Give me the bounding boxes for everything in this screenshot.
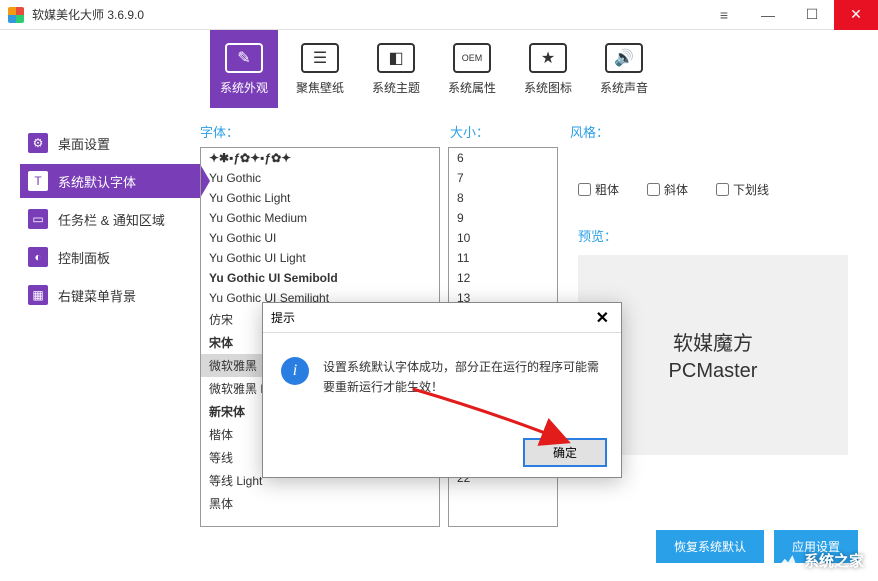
toolbar-label: 系统外观: [220, 79, 268, 96]
dialog-message: 设置系统默认字体成功，部分正在运行的程序可能需要重新运行才能生效！: [323, 357, 603, 398]
bold-checkbox[interactable]: 粗体: [578, 181, 619, 198]
sidebar-item-0[interactable]: ⚙ 桌面设置: [20, 126, 190, 160]
dialog-title: 提示: [271, 309, 295, 326]
dialog-footer: 确定: [523, 438, 607, 467]
size-item[interactable]: 7: [449, 168, 557, 188]
minimize-button[interactable]: —: [746, 0, 790, 30]
toolbar-icon: OEM: [453, 43, 491, 73]
toolbar-icon: 🔊: [605, 43, 643, 73]
sidebar-item-1[interactable]: T 系统默认字体: [20, 164, 200, 198]
main-toolbar: ✎ 系统外观 ☰ 聚焦壁纸 ◧ 系统主题 OEM 系统属性 ★ 系统图标 🔊 系统声音: [0, 30, 878, 108]
info-icon: i: [281, 357, 309, 385]
dialog-ok-button[interactable]: 确定: [523, 438, 607, 467]
restore-defaults-button[interactable]: 恢复系统默认: [656, 530, 764, 563]
size-item[interactable]: 12: [449, 268, 557, 288]
sidebar-icon: ▭: [28, 209, 48, 229]
underline-checkbox[interactable]: 下划线: [716, 181, 769, 198]
toolbar-icon: ★: [529, 43, 567, 73]
sidebar-label: 控制面板: [58, 248, 110, 267]
toolbar-item-5[interactable]: 🔊 系统声音: [590, 30, 658, 108]
size-item[interactable]: 8: [449, 188, 557, 208]
sidebar-icon: T: [28, 171, 48, 191]
style-checks: 粗体 斜体 下划线: [578, 181, 848, 198]
app-logo-icon: [8, 7, 24, 23]
toolbar-label: 系统图标: [524, 79, 572, 96]
size-item[interactable]: 6: [449, 148, 557, 168]
sidebar-label: 右键菜单背景: [58, 286, 136, 305]
toolbar-label: 聚焦壁纸: [296, 79, 344, 96]
close-button[interactable]: ✕: [834, 0, 878, 30]
dialog-body: i 设置系统默认字体成功，部分正在运行的程序可能需要重新运行才能生效！: [263, 333, 621, 410]
font-item[interactable]: Yu Gothic Light: [201, 188, 439, 208]
font-item[interactable]: Yu Gothic: [201, 168, 439, 188]
watermark: 系统之家: [776, 550, 864, 571]
size-item[interactable]: 9: [449, 208, 557, 228]
toolbar-item-4[interactable]: ★ 系统图标: [514, 30, 582, 108]
font-item[interactable]: Yu Gothic UI Light: [201, 248, 439, 268]
section-labels: 字体： 大小： 风格：: [200, 122, 858, 141]
sidebar: ⚙ 桌面设置 T 系统默认字体 ▭ 任务栏 & 通知区域 ◐ 控制面板 ▦ 右键菜单背景: [0, 108, 190, 581]
font-item[interactable]: ✦✱▪ƒ✿✦▪ƒ✿✦: [201, 148, 439, 168]
preview-line1: 软媒魔方: [673, 327, 753, 356]
sidebar-item-2[interactable]: ▭ 任务栏 & 通知区域: [20, 202, 190, 236]
font-item[interactable]: 黑体: [201, 492, 439, 515]
toolbar-icon: ☰: [301, 43, 339, 73]
toolbar-item-2[interactable]: ◧ 系统主题: [362, 30, 430, 108]
font-item[interactable]: Yu Gothic UI: [201, 228, 439, 248]
italic-checkbox[interactable]: 斜体: [647, 181, 688, 198]
toolbar-label: 系统属性: [448, 79, 496, 96]
size-label: 大小：: [450, 122, 570, 141]
watermark-icon: [776, 552, 798, 570]
sidebar-label: 系统默认字体: [58, 172, 136, 191]
sidebar-label: 任务栏 & 通知区域: [58, 210, 165, 229]
preview-label: 预览：: [578, 226, 848, 245]
preview-line2: PCMaster: [669, 360, 758, 383]
dialog-titlebar: 提示 ✕: [263, 303, 621, 333]
toolbar-item-3[interactable]: OEM 系统属性: [438, 30, 506, 108]
sidebar-icon: ▦: [28, 285, 48, 305]
toolbar-item-0[interactable]: ✎ 系统外观: [210, 30, 278, 108]
toolbar-icon: ◧: [377, 43, 415, 73]
font-label: 字体：: [200, 122, 450, 141]
toolbar-icon: ✎: [225, 43, 263, 73]
toolbar-item-1[interactable]: ☰ 聚焦壁纸: [286, 30, 354, 108]
sidebar-item-3[interactable]: ◐ 控制面板: [20, 240, 190, 274]
maximize-button[interactable]: ☐: [790, 0, 834, 30]
menu-button[interactable]: ≡: [702, 0, 746, 30]
sidebar-icon: ◐: [28, 247, 48, 267]
window-controls: ≡ — ☐ ✕: [702, 0, 878, 30]
font-item[interactable]: Yu Gothic Medium: [201, 208, 439, 228]
font-item[interactable]: Yu Gothic UI Semibold: [201, 268, 439, 288]
info-dialog: 提示 ✕ i 设置系统默认字体成功，部分正在运行的程序可能需要重新运行才能生效！…: [262, 302, 622, 478]
dialog-close-button[interactable]: ✕: [592, 308, 613, 328]
watermark-text: 系统之家: [804, 550, 864, 571]
sidebar-item-4[interactable]: ▦ 右键菜单背景: [20, 278, 190, 312]
size-item[interactable]: 11: [449, 248, 557, 268]
toolbar-label: 系统主题: [372, 79, 420, 96]
app-title: 软媒美化大师 3.6.9.0: [32, 6, 144, 23]
style-label: 风格：: [570, 122, 609, 141]
titlebar: 软媒美化大师 3.6.9.0 ≡ — ☐ ✕: [0, 0, 878, 30]
size-item[interactable]: 10: [449, 228, 557, 248]
sidebar-icon: ⚙: [28, 133, 48, 153]
sidebar-label: 桌面设置: [58, 134, 110, 153]
toolbar-label: 系统声音: [600, 79, 648, 96]
